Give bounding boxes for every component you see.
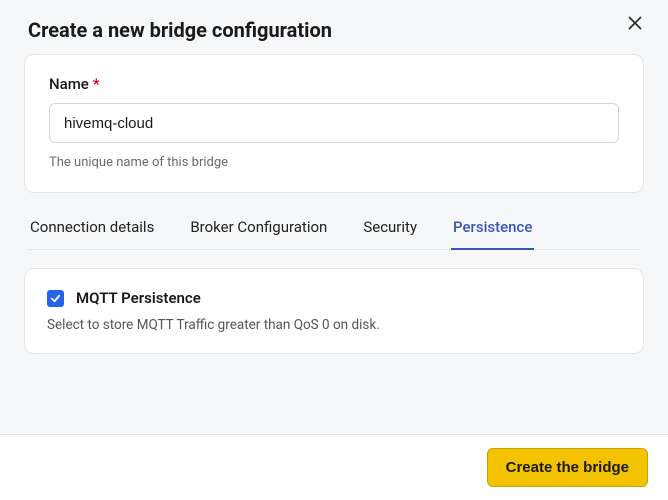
- dialog-body: Name * The unique name of this bridge Co…: [0, 50, 668, 434]
- mqtt-persistence-label: MQTT Persistence: [76, 289, 201, 307]
- close-icon[interactable]: [626, 14, 644, 36]
- persistence-card: MQTT Persistence Select to store MQTT Tr…: [24, 268, 644, 354]
- name-label-text: Name: [49, 75, 89, 93]
- name-input[interactable]: [49, 103, 619, 143]
- tab-broker-configuration[interactable]: Broker Configuration: [188, 216, 329, 250]
- name-card: Name * The unique name of this bridge: [24, 54, 644, 193]
- dialog-header: Create a new bridge configuration: [0, 0, 668, 50]
- persistence-checkbox-row: MQTT Persistence: [47, 289, 621, 307]
- bridge-config-dialog: Create a new bridge configuration Name *…: [0, 0, 668, 500]
- create-bridge-button[interactable]: Create the bridge: [487, 448, 648, 487]
- mqtt-persistence-checkbox[interactable]: [47, 290, 64, 307]
- persistence-description: Select to store MQTT Traffic greater tha…: [47, 317, 621, 333]
- required-indicator: *: [93, 75, 100, 93]
- dialog-title: Create a new bridge configuration: [28, 18, 332, 42]
- dialog-footer: Create the bridge: [0, 434, 668, 500]
- name-label: Name *: [49, 75, 619, 93]
- tab-bar: Connection details Broker Configuration …: [28, 215, 640, 250]
- tab-persistence[interactable]: Persistence: [451, 216, 534, 250]
- name-help-text: The unique name of this bridge: [49, 155, 619, 170]
- persistence-panel: MQTT Persistence Select to store MQTT Tr…: [24, 268, 644, 354]
- checkmark-icon: [50, 293, 61, 304]
- tab-connection-details[interactable]: Connection details: [28, 216, 156, 250]
- tab-security[interactable]: Security: [361, 216, 419, 250]
